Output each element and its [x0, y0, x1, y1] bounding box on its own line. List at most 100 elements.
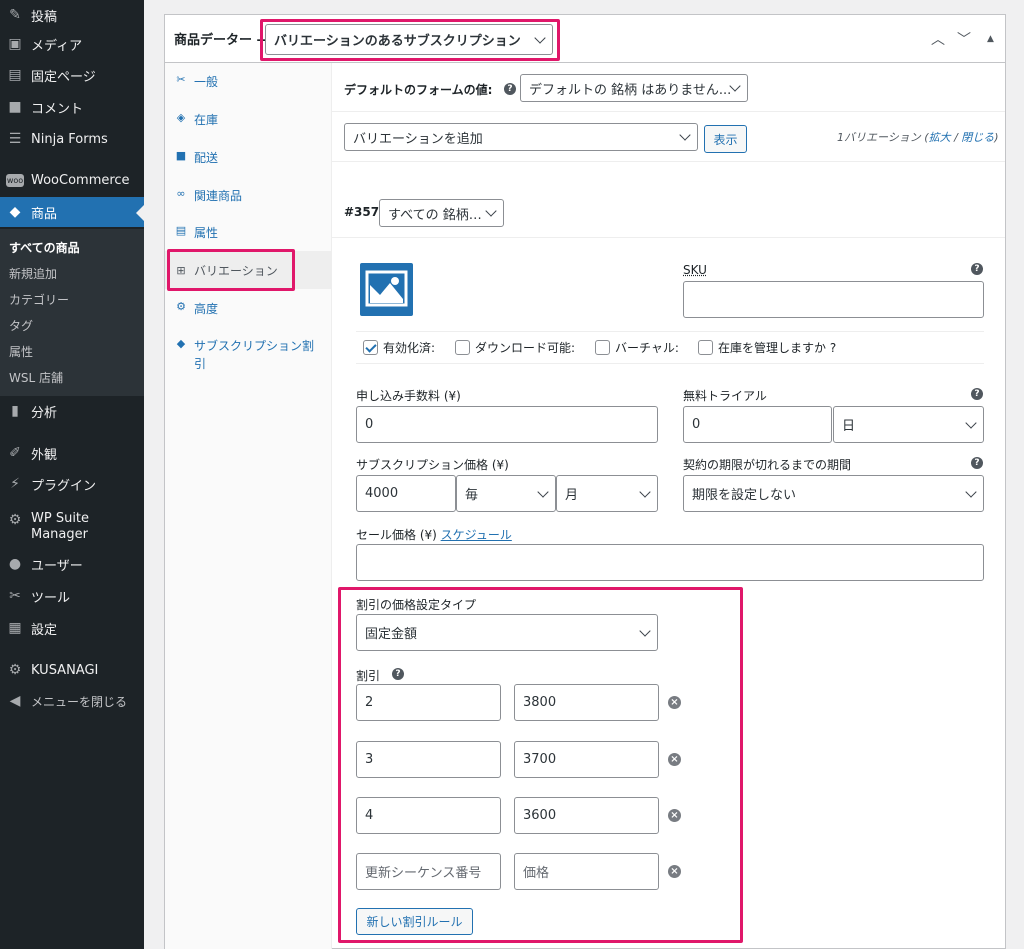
remove-rule-icon[interactable]: ×	[668, 809, 681, 822]
rule-price-placeholder[interactable]: 価格	[514, 853, 659, 890]
submenu-wsl-stores[interactable]: WSL 店舗	[9, 369, 63, 386]
new-discount-rule-button[interactable]: 新しい割引ルール	[356, 908, 473, 935]
menu-label: 固定ページ	[31, 69, 96, 85]
variation-attribute-select[interactable]: すべての 銘柄…	[379, 199, 504, 227]
sku-input[interactable]	[683, 281, 984, 318]
subscription-price-label: サブスクリプション価格 (¥)	[356, 458, 509, 472]
expiry-select[interactable]: 期限を設定しない	[683, 475, 984, 512]
menu-kusanagi[interactable]: ⚙ KUSANAGI	[0, 655, 144, 685]
checkbox-checked-icon	[363, 340, 378, 355]
submenu-tags[interactable]: タグ	[9, 317, 33, 334]
help-icon: ?	[971, 263, 983, 275]
tab-attributes[interactable]: ▤ 属性	[165, 224, 332, 244]
tab-linked-products[interactable]: ∞ 関連商品	[165, 187, 332, 207]
rule-sequence-input[interactable]: 3	[356, 741, 501, 778]
highlight-variations-tab	[167, 249, 295, 291]
schedule-link[interactable]: スケジュール	[441, 528, 512, 542]
panel-title: 商品データー —	[174, 33, 270, 48]
menu-label: KUSANAGI	[31, 662, 99, 678]
submenu-add-new[interactable]: 新規追加	[9, 265, 57, 282]
enabled-checkbox[interactable]: 有効化済:	[363, 339, 435, 356]
menu-appearance[interactable]: ✐ 外観	[0, 438, 144, 468]
menu-comments[interactable]: ■ コメント	[0, 92, 144, 122]
menu-products[interactable]: ◆ 商品	[0, 197, 144, 227]
rule-sequence-placeholder[interactable]: 更新シーケンス番号	[356, 853, 501, 890]
brush-icon: ✐	[9, 445, 21, 461]
checkbox-label: バーチャル:	[615, 341, 679, 355]
user-icon: ●	[8, 556, 22, 572]
rule-sequence-input[interactable]: 4	[356, 797, 501, 834]
menu-media[interactable]: ▣ メディア	[0, 29, 144, 59]
menu-label: WooCommerce	[31, 172, 130, 188]
submenu-categories[interactable]: カテゴリー	[9, 291, 69, 308]
billing-interval-select[interactable]: 毎	[456, 475, 556, 512]
separator: /	[950, 131, 962, 144]
manage-stock-checkbox[interactable]: 在庫を管理しますか ?	[698, 339, 836, 356]
menu-analytics[interactable]: ▮ 分析	[0, 396, 144, 426]
submenu-attributes[interactable]: 属性	[9, 343, 33, 360]
link-icon: ∞	[176, 187, 186, 200]
rule-price-input[interactable]: 3700	[514, 741, 659, 778]
discount-type-select[interactable]: 固定金額	[356, 614, 658, 651]
tab-advanced[interactable]: ⚙ 高度	[165, 300, 332, 320]
menu-collapse[interactable]: ◀ メニューを閉じる	[0, 686, 144, 716]
chevron-down-icon	[639, 485, 651, 498]
move-down-icon[interactable]: ﹀	[957, 29, 971, 49]
menu-posts[interactable]: ✎ 投稿	[0, 0, 144, 30]
menu-plugins[interactable]: ⚡ プラグイン	[0, 469, 144, 499]
wrench-icon: ✂	[9, 588, 21, 604]
submenu-all-products[interactable]: すべての商品	[9, 239, 80, 256]
product-data-panel: 商品データー — バリエーションのあるサブスクリプション ︿ ﹀ ▲ ✂ 一般 …	[164, 14, 1006, 949]
trial-period-select[interactable]: 日	[833, 406, 984, 443]
signup-fee-label: 申し込み手数料 (¥)	[356, 389, 461, 403]
toggle-panel-icon[interactable]: ▲	[987, 34, 994, 44]
product-type-select[interactable]: バリエーションのあるサブスクリプション	[265, 24, 553, 55]
woo-icon: woo	[6, 173, 24, 187]
pin-icon: ✎	[9, 7, 21, 23]
default-attribute-select[interactable]: デフォルトの 銘柄 はありません...	[520, 74, 748, 102]
sale-price-input[interactable]	[356, 544, 984, 581]
tag-icon: ◈	[176, 111, 186, 124]
trial-length-input[interactable]: 0	[683, 406, 832, 443]
tab-subscription-discount[interactable]: ◆ サブスクリプション割引	[165, 337, 332, 375]
menu-wp-suite-manager[interactable]: ⚙ WP Suite Manager	[0, 508, 144, 546]
show-button[interactable]: 表示	[704, 125, 747, 153]
tab-general[interactable]: ✂ 一般	[165, 73, 332, 93]
tab-label: 一般	[194, 75, 219, 89]
remove-rule-icon[interactable]: ×	[668, 753, 681, 766]
subscription-price-input[interactable]: 4000	[356, 475, 456, 512]
defaults-label: デフォルトのフォームの値:	[344, 83, 493, 97]
chevron-down-icon	[537, 485, 549, 498]
menu-tools[interactable]: ✂ ツール	[0, 581, 144, 611]
divider	[356, 331, 984, 332]
expiry-label: 契約の期限が切れるまでの期間	[683, 458, 852, 472]
move-up-icon[interactable]: ︿	[931, 29, 945, 49]
tab-shipping[interactable]: ■ 配送	[165, 149, 332, 169]
menu-label: WP Suite Manager	[31, 511, 90, 542]
downloadable-checkbox[interactable]: ダウンロード可能:	[455, 339, 575, 356]
tab-label: サブスクリプション割引	[194, 339, 315, 371]
forms-icon: ☰	[8, 131, 22, 147]
menu-label: メディア	[31, 38, 83, 54]
tab-inventory[interactable]: ◈ 在庫	[165, 111, 332, 131]
rule-sequence-input[interactable]: 2	[356, 684, 501, 721]
help-icon: ?	[392, 668, 404, 680]
variation-image-icon[interactable]	[360, 263, 413, 316]
menu-users[interactable]: ● ユーザー	[0, 549, 144, 579]
variation-action-select[interactable]: バリエーションを追加	[344, 123, 698, 151]
virtual-checkbox[interactable]: バーチャル:	[595, 339, 679, 356]
menu-woocommerce[interactable]: woo WooCommerce	[0, 165, 144, 195]
rule-price-input[interactable]: 3600	[514, 797, 659, 834]
remove-rule-icon[interactable]: ×	[668, 696, 681, 709]
remove-rule-icon[interactable]: ×	[668, 865, 681, 878]
signup-fee-input[interactable]: 0	[356, 406, 658, 443]
menu-settings[interactable]: ▦ 設定	[0, 613, 144, 643]
expand-link[interactable]: 拡大	[929, 131, 951, 144]
close-link[interactable]: 閉じる	[961, 131, 994, 144]
page-icon: ▤	[8, 67, 22, 83]
menu-label: 商品	[31, 206, 58, 222]
menu-ninja-forms[interactable]: ☰ Ninja Forms	[0, 124, 144, 154]
rule-price-input[interactable]: 3800	[514, 684, 659, 721]
menu-pages[interactable]: ▤ 固定ページ	[0, 60, 144, 90]
billing-period-select[interactable]: 月	[556, 475, 658, 512]
